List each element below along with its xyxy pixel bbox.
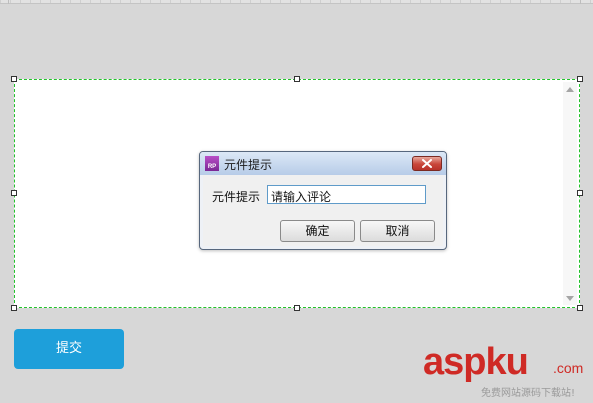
element-tooltip-dialog: RP 元件提示 元件提示 请输入评论 确定 取消 bbox=[199, 151, 447, 250]
textarea-scrollbar[interactable] bbox=[563, 82, 577, 305]
resize-handle-bottom-left[interactable] bbox=[11, 305, 17, 311]
dialog-title: 元件提示 bbox=[224, 158, 273, 172]
scroll-down-icon[interactable] bbox=[566, 296, 574, 301]
tooltip-field-label: 元件提示 bbox=[212, 190, 261, 204]
cancel-button[interactable]: 取消 bbox=[360, 220, 435, 242]
tooltip-input[interactable]: 请输入评论 bbox=[267, 185, 426, 204]
resize-handle-top-left[interactable] bbox=[11, 76, 17, 82]
watermark-main: aspku bbox=[423, 341, 529, 383]
app-icon-label: RP bbox=[207, 164, 217, 170]
close-button[interactable] bbox=[412, 156, 442, 171]
ruler-guide bbox=[8, 0, 9, 4]
ruler-guide bbox=[580, 0, 581, 4]
resize-handle-top-right[interactable] bbox=[577, 76, 583, 82]
top-ruler bbox=[0, 0, 593, 4]
dialog-body: 元件提示 请输入评论 确定 取消 bbox=[203, 175, 443, 246]
watermark-logo: aspku .com 免费网站源码下载站! bbox=[423, 340, 591, 400]
watermark-subtitle: 免费网站源码下载站! bbox=[481, 388, 576, 399]
scroll-up-icon[interactable] bbox=[566, 87, 574, 92]
resize-handle-bottom[interactable] bbox=[294, 305, 300, 311]
close-icon bbox=[422, 159, 432, 168]
dialog-titlebar[interactable]: RP 元件提示 bbox=[200, 152, 446, 175]
resize-handle-left[interactable] bbox=[11, 190, 17, 196]
ok-button[interactable]: 确定 bbox=[280, 220, 355, 242]
resize-handle-top[interactable] bbox=[294, 76, 300, 82]
resize-handle-right[interactable] bbox=[577, 190, 583, 196]
resize-handle-bottom-right[interactable] bbox=[577, 305, 583, 311]
watermark-suffix: .com bbox=[553, 360, 584, 376]
axure-rp-icon: RP bbox=[205, 156, 219, 171]
submit-button[interactable]: 提交 bbox=[14, 329, 124, 369]
